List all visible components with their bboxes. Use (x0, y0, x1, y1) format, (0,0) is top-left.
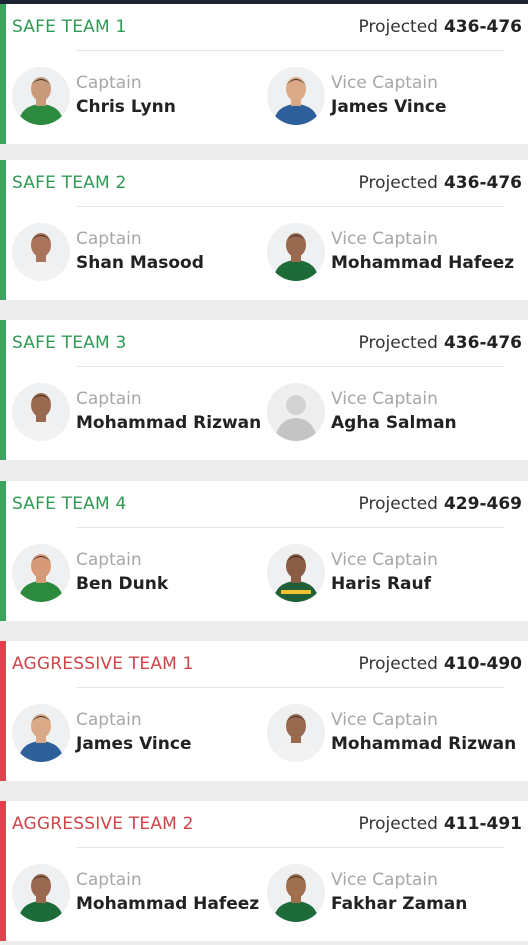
team-name: SAFE TEAM 3 (12, 333, 127, 353)
captain-player[interactable]: Captain Mohammad Rizwan (12, 382, 261, 442)
projected-label: Projected (358, 654, 438, 674)
projected-range: 410-490 (443, 654, 522, 674)
projected-label: Projected (358, 494, 438, 514)
player-name: James Vince (331, 97, 447, 117)
player-avatar (12, 544, 70, 602)
card-header: SAFE TEAM 4 Projected 429-469 (12, 489, 522, 519)
player-role: Vice Captain (331, 229, 438, 249)
player-name: Ben Dunk (76, 574, 169, 594)
projected-label: Projected (358, 333, 438, 353)
player-avatar (12, 67, 70, 125)
team-name: SAFE TEAM 4 (12, 494, 127, 514)
player-role: Vice Captain (331, 870, 438, 890)
player-name: Fakhar Zaman (331, 894, 468, 914)
projected-points: Projected 436-476 (359, 17, 522, 37)
card-header: AGGRESSIVE TEAM 1 Projected 410-490 (12, 649, 522, 679)
captain-player[interactable]: Captain Mohammad Hafeez (12, 863, 259, 923)
projected-label: Projected (358, 814, 438, 834)
team-card[interactable]: SAFE TEAM 3 Projected 436-476 Captain Mohamm… (0, 320, 528, 460)
player-role: Captain (76, 710, 142, 730)
player-avatar (12, 704, 70, 762)
player-name: Mohammad Hafeez (331, 253, 515, 273)
player-avatar (267, 223, 325, 281)
vice-player[interactable]: Vice Captain Fakhar Zaman (267, 863, 467, 923)
player-role: Vice Captain (331, 389, 438, 409)
player-avatar (12, 223, 70, 281)
player-name: Mohammad Hafeez (76, 894, 260, 914)
player-role: Captain (76, 73, 142, 93)
divider (76, 687, 504, 688)
projected-points: Projected 410-490 (359, 654, 522, 674)
team-name: SAFE TEAM 1 (12, 17, 127, 37)
divider (76, 527, 504, 528)
team-card[interactable]: AGGRESSIVE TEAM 2 Projected 411-491 Captain… (0, 801, 528, 941)
team-card[interactable]: SAFE TEAM 2 Projected 436-476 Captain Shan M… (0, 160, 528, 300)
team-name: SAFE TEAM 2 (12, 173, 127, 193)
player-avatar (12, 383, 70, 441)
projected-range: 429-469 (443, 494, 522, 514)
player-name: Mohammad Rizwan (331, 734, 517, 754)
player-name: Agha Salman (331, 413, 457, 433)
projected-points: Projected 436-476 (359, 333, 522, 353)
projected-range: 436-476 (443, 17, 522, 37)
player-avatar (12, 864, 70, 922)
captain-player[interactable]: Captain Ben Dunk (12, 543, 168, 603)
projected-label: Projected (358, 173, 438, 193)
player-name: James Vince (76, 734, 192, 754)
projected-points: Projected 429-469 (359, 494, 522, 514)
projected-range: 436-476 (443, 333, 522, 353)
divider (76, 847, 504, 848)
team-card[interactable]: AGGRESSIVE TEAM 1 Projected 410-490 Captain… (0, 641, 528, 781)
projected-label: Projected (358, 17, 438, 37)
captain-player[interactable]: Captain Shan Masood (12, 222, 204, 282)
projected-points: Projected 436-476 (359, 173, 522, 193)
team-card[interactable]: SAFE TEAM 4 Projected 429-469 Captain Ben Du… (0, 481, 528, 621)
divider (76, 50, 504, 51)
player-avatar (267, 383, 325, 441)
player-avatar (267, 704, 325, 762)
vice-player[interactable]: Vice Captain Agha Salman (267, 382, 457, 442)
divider (76, 206, 504, 207)
captain-player[interactable]: Captain Chris Lynn (12, 66, 176, 126)
player-avatar (267, 67, 325, 125)
team-name: AGGRESSIVE TEAM 1 (12, 654, 194, 674)
card-header: SAFE TEAM 1 Projected 436-476 (12, 12, 522, 42)
player-role: Vice Captain (331, 73, 438, 93)
player-role: Vice Captain (331, 710, 438, 730)
player-name: Haris Rauf (331, 574, 432, 594)
vice-player[interactable]: Vice Captain James Vince (267, 66, 446, 126)
projected-range: 411-491 (443, 814, 522, 834)
projected-points: Projected 411-491 (359, 814, 522, 834)
player-role: Captain (76, 870, 142, 890)
player-avatar (267, 864, 325, 922)
player-name: Mohammad Rizwan (76, 413, 262, 433)
team-card[interactable]: SAFE TEAM 1 Projected 436-476 Captain Chris … (0, 4, 528, 144)
card-header: SAFE TEAM 3 Projected 436-476 (12, 328, 522, 358)
team-name: AGGRESSIVE TEAM 2 (12, 814, 194, 834)
vice-player[interactable]: Vice Captain Mohammad Rizwan (267, 703, 516, 763)
vice-player[interactable]: Vice Captain Haris Rauf (267, 543, 438, 603)
player-avatar (267, 544, 325, 602)
divider (76, 366, 504, 367)
vice-player[interactable]: Vice Captain Mohammad Hafeez (267, 222, 514, 282)
player-name: Shan Masood (76, 253, 204, 273)
card-header: AGGRESSIVE TEAM 2 Projected 411-491 (12, 809, 522, 839)
player-role: Captain (76, 550, 142, 570)
projected-range: 436-476 (443, 173, 522, 193)
player-role: Captain (76, 229, 142, 249)
captain-player[interactable]: Captain James Vince (12, 703, 191, 763)
player-role: Vice Captain (331, 550, 438, 570)
card-header: SAFE TEAM 2 Projected 436-476 (12, 168, 522, 198)
player-role: Captain (76, 389, 142, 409)
player-name: Chris Lynn (76, 97, 176, 117)
